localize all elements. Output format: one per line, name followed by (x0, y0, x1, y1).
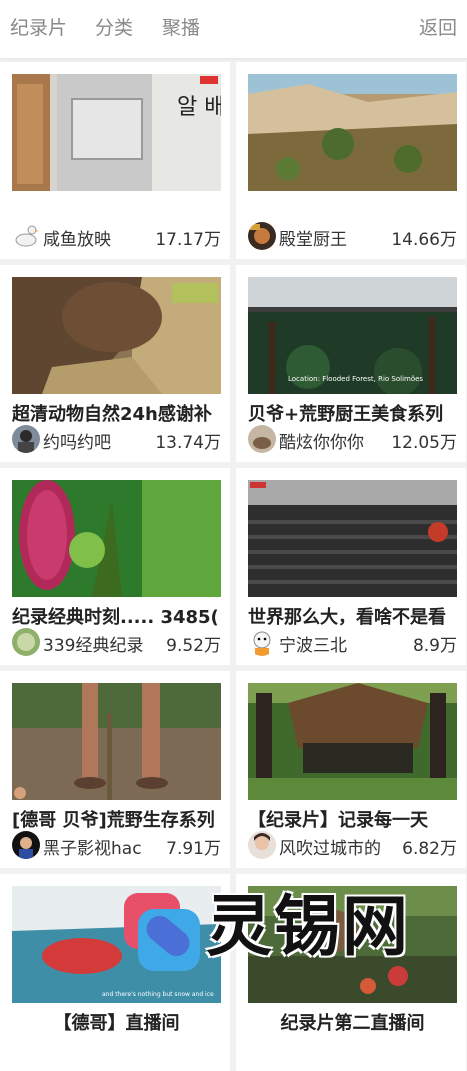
video-title: 世界那么大，看啥不是看 (248, 607, 446, 627)
top-nav-bar: 纪录片 分类 聚播 返回 (0, 0, 467, 58)
uploader-avatar (12, 425, 40, 453)
tab-aggregate[interactable]: 聚播 (162, 16, 200, 40)
video-meta: 339经典纪录 9.52万 (12, 628, 221, 658)
watermark-text: 灵锡网 (206, 888, 410, 965)
thumbnail-caption: Location: Flooded Forest, Rio Solimões (288, 375, 423, 383)
video-title: 贝爷+荒野厨王美食系列 (248, 404, 444, 424)
video-card[interactable]: 殿堂厨王 14.66万 (236, 62, 466, 259)
view-count: 17.17万 (155, 230, 221, 250)
back-button[interactable]: 返回 (419, 16, 457, 40)
uploader-name: 酷炫你你你 (279, 433, 364, 453)
uploader-name: 黑子影视hac (43, 839, 142, 859)
video-title (248, 197, 457, 221)
video-title: [德哥 贝爷]荒野生存系列 (12, 810, 215, 830)
video-meta: 风吹过城市的 6.82万 (248, 831, 457, 861)
uploader-avatar (12, 222, 40, 250)
view-count: 14.66万 (391, 230, 457, 250)
view-count: 13.74万 (155, 433, 221, 453)
uploader-avatar (248, 628, 276, 656)
video-meta: 殿堂厨王 14.66万 (248, 222, 457, 252)
tab-documentary[interactable]: 纪录片 (10, 16, 67, 40)
view-count: 9.52万 (166, 636, 221, 656)
uploader-name: 咸鱼放映 (43, 230, 111, 250)
uploader-avatar (248, 222, 276, 250)
video-card[interactable]: 알 배 咸鱼放映 17.17万 (0, 62, 230, 259)
view-count: 6.82万 (402, 839, 457, 859)
video-card[interactable]: [德哥 贝爷]荒野生存系列 黑子影视hac 7.91万 (0, 671, 230, 868)
watermark-logo: 灵锡网 (118, 883, 438, 983)
uploader-name: 宁波三北 (279, 636, 347, 656)
thumbnail-caption: and there's nothing but snow and ice (102, 991, 214, 998)
video-title: 【纪录片】记录每一天 (248, 810, 428, 830)
video-thumbnail[interactable]: 알 배 (12, 74, 221, 191)
svg-text:알 배: 알 배 (177, 95, 221, 120)
video-card[interactable]: Location: Flooded Forest, Rio Solimões 贝… (236, 265, 466, 462)
video-thumbnail[interactable]: Location: Flooded Forest, Rio Solimões (248, 277, 457, 394)
uploader-name: 风吹过城市的 (279, 839, 381, 859)
video-thumbnail[interactable] (12, 480, 221, 597)
video-card[interactable]: 【纪录片】记录每一天 风吹过城市的 6.82万 (236, 671, 466, 868)
video-meta: 黑子影视hac 7.91万 (12, 831, 221, 861)
video-thumbnail[interactable] (12, 683, 221, 800)
view-count: 7.91万 (166, 839, 221, 859)
view-count: 12.05万 (391, 433, 457, 453)
video-meta: 咸鱼放映 17.17万 (12, 222, 221, 252)
uploader-name: 殿堂厨王 (279, 230, 347, 250)
video-card[interactable]: 世界那么大，看啥不是看 宁波三北 8.9万 (236, 468, 466, 665)
uploader-avatar (248, 425, 276, 453)
video-title: 纪录经典时刻..... 3485( (12, 607, 219, 627)
video-meta: 酷炫你你你 12.05万 (248, 425, 457, 455)
video-card[interactable]: 超清动物自然24h感谢补 约吗约吧 13.74万 (0, 265, 230, 462)
uploader-name: 339经典纪录 (43, 636, 144, 656)
uploader-avatar (12, 831, 40, 859)
video-thumbnail[interactable] (248, 74, 457, 191)
video-thumbnail[interactable] (248, 683, 457, 800)
video-meta: 约吗约吧 13.74万 (12, 425, 221, 455)
uploader-avatar (12, 628, 40, 656)
view-count: 8.9万 (412, 636, 457, 656)
video-card[interactable]: 纪录经典时刻..... 3485( 339经典纪录 9.52万 (0, 468, 230, 665)
video-meta: 宁波三北 8.9万 (248, 628, 457, 658)
uploader-avatar (248, 831, 276, 859)
tab-category[interactable]: 分类 (95, 16, 133, 40)
uploader-name: 约吗约吧 (43, 433, 111, 453)
video-title: 超清动物自然24h感谢补 (12, 404, 212, 424)
video-title (12, 197, 221, 221)
video-thumbnail[interactable] (248, 480, 457, 597)
video-thumbnail[interactable] (12, 277, 221, 394)
